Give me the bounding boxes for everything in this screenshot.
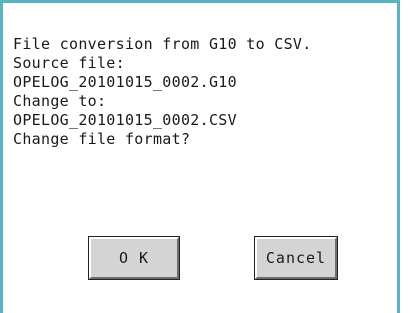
message-line-target-label: Change to: [13, 92, 107, 110]
conversion-dialog: File conversion from G10 to CSV. Source … [0, 0, 400, 313]
message-line-question: Change file format? [13, 130, 191, 148]
message-line-target-file: OPELOG_20101015_0002.CSV [13, 111, 237, 129]
message-line-title: File conversion from G10 to CSV. [13, 35, 312, 53]
message-line-source-label: Source file: [13, 54, 125, 72]
dialog-message: File conversion from G10 to CSV. Source … [13, 35, 312, 149]
message-line-source-file: OPELOG_20101015_0002.G10 [13, 73, 237, 91]
cancel-button[interactable]: Cancel [254, 236, 338, 280]
ok-button[interactable]: O K [88, 236, 180, 280]
